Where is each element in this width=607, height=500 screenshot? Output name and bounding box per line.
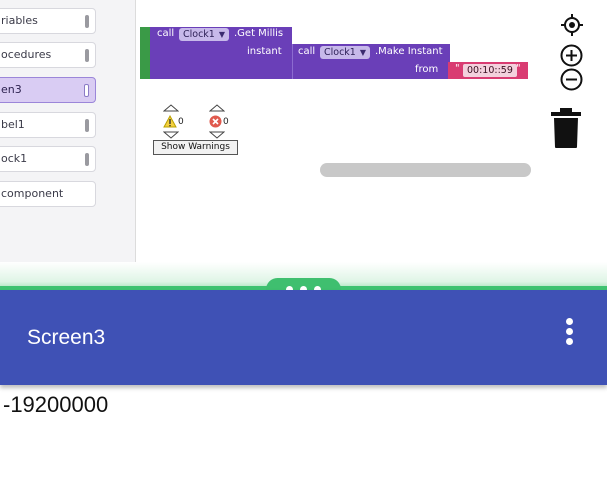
close-quote: ": [516, 63, 521, 74]
result-label: -19200000: [3, 392, 109, 417]
menu-dot: [566, 338, 573, 345]
dropdown-value: Clock1: [183, 29, 215, 40]
string-value-field[interactable]: 00:10::59: [463, 64, 517, 77]
drag-handle-icon[interactable]: [85, 15, 89, 28]
more-vert-icon[interactable]: [565, 318, 575, 350]
sidebar-item-label: riables: [1, 14, 38, 27]
warning-icon: [163, 115, 177, 128]
block-call-label: call: [157, 28, 175, 39]
sidebar-item-label: component: [1, 187, 64, 200]
workspace-horizontal-scrollbar[interactable]: [320, 163, 531, 177]
drag-handle-icon[interactable]: [85, 119, 89, 132]
zoom-in-icon[interactable]: [560, 44, 583, 67]
zoom-out-icon[interactable]: [560, 68, 583, 91]
sidebar-item-variables[interactable]: riables: [0, 8, 96, 34]
menu-dot: [566, 328, 573, 335]
trash-icon[interactable]: [550, 107, 582, 149]
warning-count: 0: [178, 117, 184, 127]
sidebar-item-label: ocedures: [1, 48, 52, 61]
component-dropdown[interactable]: Clock1 ▼: [320, 46, 371, 59]
drag-handle-icon[interactable]: [84, 84, 89, 97]
block-method-label: .Get Millis: [234, 28, 284, 39]
sidebar-item-screen3[interactable]: en3: [0, 77, 96, 103]
dropdown-arrow-icon: ▼: [218, 30, 226, 39]
sidebar-item-label: bel1: [1, 118, 25, 131]
block-param-label: from: [415, 64, 439, 75]
sidebar-item-any-component[interactable]: component: [0, 181, 96, 207]
menu-dot: [566, 318, 573, 325]
component-dropdown[interactable]: Clock1 ▼: [179, 28, 230, 41]
sidebar-item-clock1[interactable]: ock1: [0, 146, 96, 172]
page-title: Screen3: [27, 326, 106, 349]
dropdown-arrow-icon: ▼: [359, 48, 367, 57]
show-warnings-button[interactable]: Show Warnings: [153, 140, 238, 155]
dropdown-value: Clock1: [324, 47, 356, 58]
error-count: 0: [223, 117, 229, 127]
target-icon[interactable]: [561, 14, 583, 36]
component-sidebar: riables ocedures en3 bel1 ock1 component: [0, 0, 136, 283]
block-param-label: instant: [247, 46, 282, 57]
block-event-strip: [140, 27, 150, 79]
app-bar: Screen3: [0, 290, 607, 385]
error-icon: [209, 115, 222, 128]
block-method-label: .Make Instant: [375, 46, 443, 57]
sidebar-item-label: ock1: [1, 152, 28, 165]
sidebar-item-procedures[interactable]: ocedures: [0, 42, 96, 68]
sidebar-item-label: en3: [1, 83, 22, 96]
blocks-editor: riables ocedures en3 bel1 ock1 component: [0, 0, 607, 287]
drag-handle-icon[interactable]: [85, 153, 89, 166]
open-quote: ": [455, 63, 460, 74]
drag-handle-icon[interactable]: [85, 49, 89, 62]
app-inventor-screen: riables ocedures en3 bel1 ock1 component: [0, 0, 607, 500]
sidebar-item-label1[interactable]: bel1: [0, 112, 96, 138]
block-call-label: call: [298, 46, 316, 57]
